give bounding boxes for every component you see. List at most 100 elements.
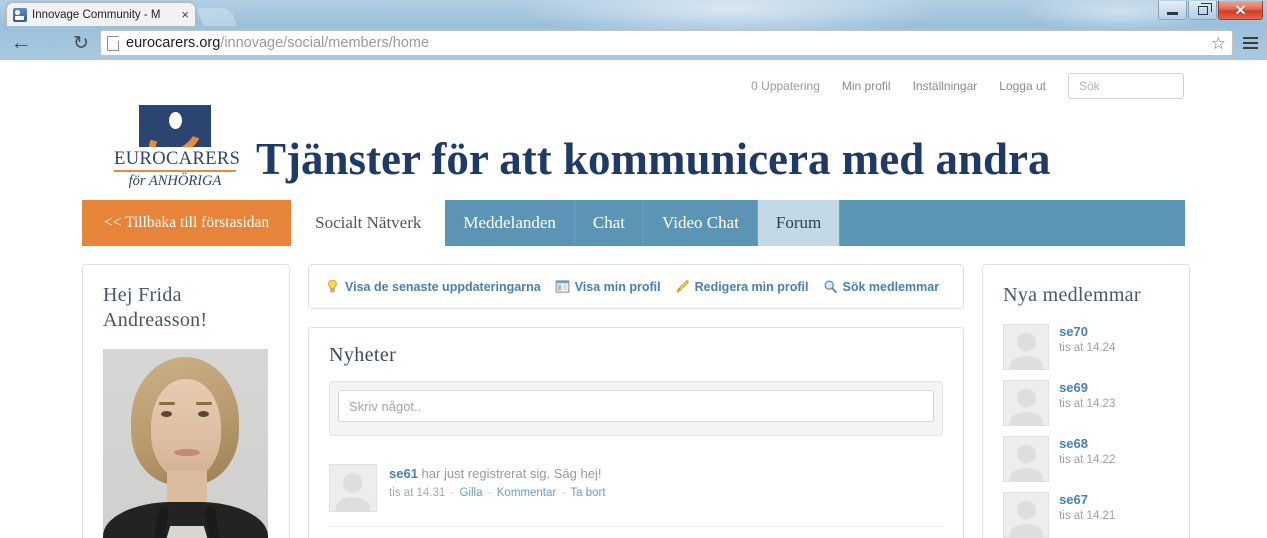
site-logo[interactable]: EUROCARERS för ANHÖRIGA <box>114 104 241 195</box>
menu-bar-1 <box>1242 37 1258 39</box>
member-list-item: se67 tis at 14.21 <box>1003 492 1169 538</box>
logo-divider <box>114 170 236 172</box>
window-controls: ✕ <box>1157 1 1263 21</box>
nav-item-chat[interactable]: Chat <box>575 200 645 246</box>
main-column: Visa de senaste uppdateringarna Visa min… <box>308 264 965 538</box>
feed-item-time: tis at 14.31 <box>389 486 446 499</box>
status-composer[interactable] <box>329 381 944 436</box>
nav-item-socialt-natverk[interactable]: Socialt Nätverk <box>291 200 446 246</box>
address-bar-url: eurocarers.org/innovage/social/members/h… <box>126 35 1207 51</box>
new-tab-button[interactable] <box>196 8 238 26</box>
close-tab-icon[interactable]: × <box>181 8 189 21</box>
member-info: se68 tis at 14.22 <box>1059 436 1115 466</box>
avatar[interactable] <box>1003 380 1050 426</box>
photo-eye-left <box>161 411 172 417</box>
action-link-label: Sök medlemmar <box>842 279 940 294</box>
member-list-item: se69 tis at 14.23 <box>1003 380 1169 426</box>
feed-item <box>329 527 943 538</box>
member-info: se67 tis at 14.21 <box>1059 492 1115 522</box>
new-members-panel: Nya medlemmar se70 tis at 14.24 se69 tis… <box>982 264 1191 538</box>
browser-tab-title: Innovage Community - M <box>32 8 161 21</box>
nav-item-forum[interactable]: Forum <box>757 200 841 246</box>
news-heading: Nyheter <box>329 344 397 366</box>
forward-button[interactable]: → <box>36 29 66 57</box>
url-host: eurocarers.org <box>126 35 221 51</box>
minimize-window-button[interactable] <box>1158 1 1187 20</box>
member-name-link[interactable]: se70 <box>1059 324 1115 340</box>
page-info-icon[interactable] <box>107 35 119 51</box>
content-columns: Hej Frida Andreasson! Visa de senaste up… <box>82 264 1191 538</box>
browser-tab[interactable]: Innovage Community - M × <box>6 2 196 26</box>
member-list-item: se68 tis at 14.22 <box>1003 436 1169 482</box>
utility-link-logout[interactable]: Logga ut <box>999 79 1046 93</box>
menu-bar-3 <box>1242 47 1258 49</box>
action-link-label: Visa de senaste uppdateringarna <box>345 279 541 294</box>
action-link-search-members[interactable]: Sök medlemmar <box>823 279 940 294</box>
main-navigation: << Tillbaka till förstasidan Socialt Nät… <box>82 200 1185 246</box>
activity-feed: se61 har just registrerat sig. Säg hej! … <box>329 452 944 538</box>
page-container: 0 Uppatering Min profil Inställningar Lo… <box>82 60 1191 538</box>
nav-item-meddelanden[interactable]: Meddelanden <box>445 200 575 246</box>
utility-link-updates[interactable]: 0 Uppatering <box>751 79 820 93</box>
restore-icon <box>1197 2 1212 15</box>
action-links-bar: Visa de senaste uppdateringarna Visa min… <box>308 264 965 309</box>
news-panel: Nyheter se61 har just registrerat sig. S… <box>308 327 965 538</box>
member-name-link[interactable]: se69 <box>1059 380 1115 396</box>
meta-sep-1: - <box>447 486 458 499</box>
close-window-button[interactable]: ✕ <box>1218 1 1263 20</box>
masthead: EUROCARERS för ANHÖRIGA Tjänster för att… <box>82 102 1185 194</box>
feed-action-delete[interactable]: Ta bort <box>570 487 605 499</box>
reload-button[interactable]: ↻ <box>66 29 96 57</box>
page-title: Tjänster för att kommunicera med andra <box>256 134 1051 184</box>
action-link-label: Visa min profil <box>574 279 661 294</box>
browser-menu-icon[interactable] <box>1239 30 1261 56</box>
avatar[interactable] <box>1003 492 1050 538</box>
avatar[interactable] <box>329 464 377 512</box>
avatar[interactable] <box>1003 436 1050 482</box>
nav-item-video-chat[interactable]: Video Chat <box>644 200 758 246</box>
avatar[interactable] <box>1003 324 1050 370</box>
avatar-head-shape <box>1016 332 1036 352</box>
avatar-head-shape <box>1016 500 1036 520</box>
greeting-heading: Hej Frida Andreasson! <box>103 284 208 331</box>
feed-action-comment[interactable]: Kommentar <box>497 487 556 499</box>
menu-bar-2 <box>1242 42 1258 44</box>
logo-wordmark: EUROCARERS <box>114 148 241 169</box>
left-sidebar: Hej Frida Andreasson! <box>82 264 290 538</box>
back-button[interactable]: ← <box>6 29 36 57</box>
member-name-link[interactable]: se67 <box>1059 492 1115 508</box>
photo-face <box>151 379 221 479</box>
member-info: se69 tis at 14.23 <box>1059 380 1115 410</box>
action-link-label: Redigera min profil <box>694 279 809 294</box>
bookmark-star-icon[interactable]: ☆ <box>1211 35 1226 52</box>
pencil-icon <box>675 279 690 294</box>
avatar-body-shape <box>1009 523 1043 537</box>
photo-mouth <box>174 449 200 456</box>
member-name-link[interactable]: se68 <box>1059 436 1115 452</box>
utility-link-settings[interactable]: Inställningar <box>913 79 978 93</box>
status-input[interactable] <box>338 390 935 422</box>
browser-toolbar: ← → ↻ eurocarers.org/innovage/social/mem… <box>0 26 1267 60</box>
action-link-view-profile[interactable]: Visa min profil <box>555 279 661 294</box>
magnifier-icon <box>823 279 838 294</box>
restore-window-button[interactable] <box>1188 1 1217 20</box>
site-search-box[interactable] <box>1068 73 1184 99</box>
search-input[interactable] <box>1077 78 1175 94</box>
address-bar[interactable]: eurocarers.org/innovage/social/members/h… <box>100 30 1233 56</box>
url-path: /innovage/social/members/home <box>220 35 430 51</box>
page-content: 0 Uppatering Min profil Inställningar Lo… <box>0 60 1267 538</box>
new-members-heading: Nya medlemmar <box>1003 284 1141 306</box>
feed-action-like[interactable]: Gilla <box>460 487 483 499</box>
feed-item-meta: tis at 14.31 - Gilla - Kommentar - Ta bo… <box>389 487 943 499</box>
lightbulb-icon <box>325 279 340 294</box>
avatar-body-shape <box>1009 355 1043 369</box>
member-join-time: tis at 14.21 <box>1059 509 1116 522</box>
feed-item-user[interactable]: se61 <box>389 466 418 481</box>
member-info: se70 tis at 14.24 <box>1059 324 1115 354</box>
browser-chrome: Innovage Community - M × ✕ ← → ↻ eurocar… <box>0 0 1267 60</box>
action-link-latest-updates[interactable]: Visa de senaste uppdateringarna <box>325 279 541 294</box>
action-link-edit-profile[interactable]: Redigera min profil <box>675 279 809 294</box>
nav-back-to-frontpage[interactable]: << Tillbaka till förstasidan <box>82 200 292 246</box>
avatar-body-shape <box>335 497 371 511</box>
utility-link-profile[interactable]: Min profil <box>842 79 891 93</box>
